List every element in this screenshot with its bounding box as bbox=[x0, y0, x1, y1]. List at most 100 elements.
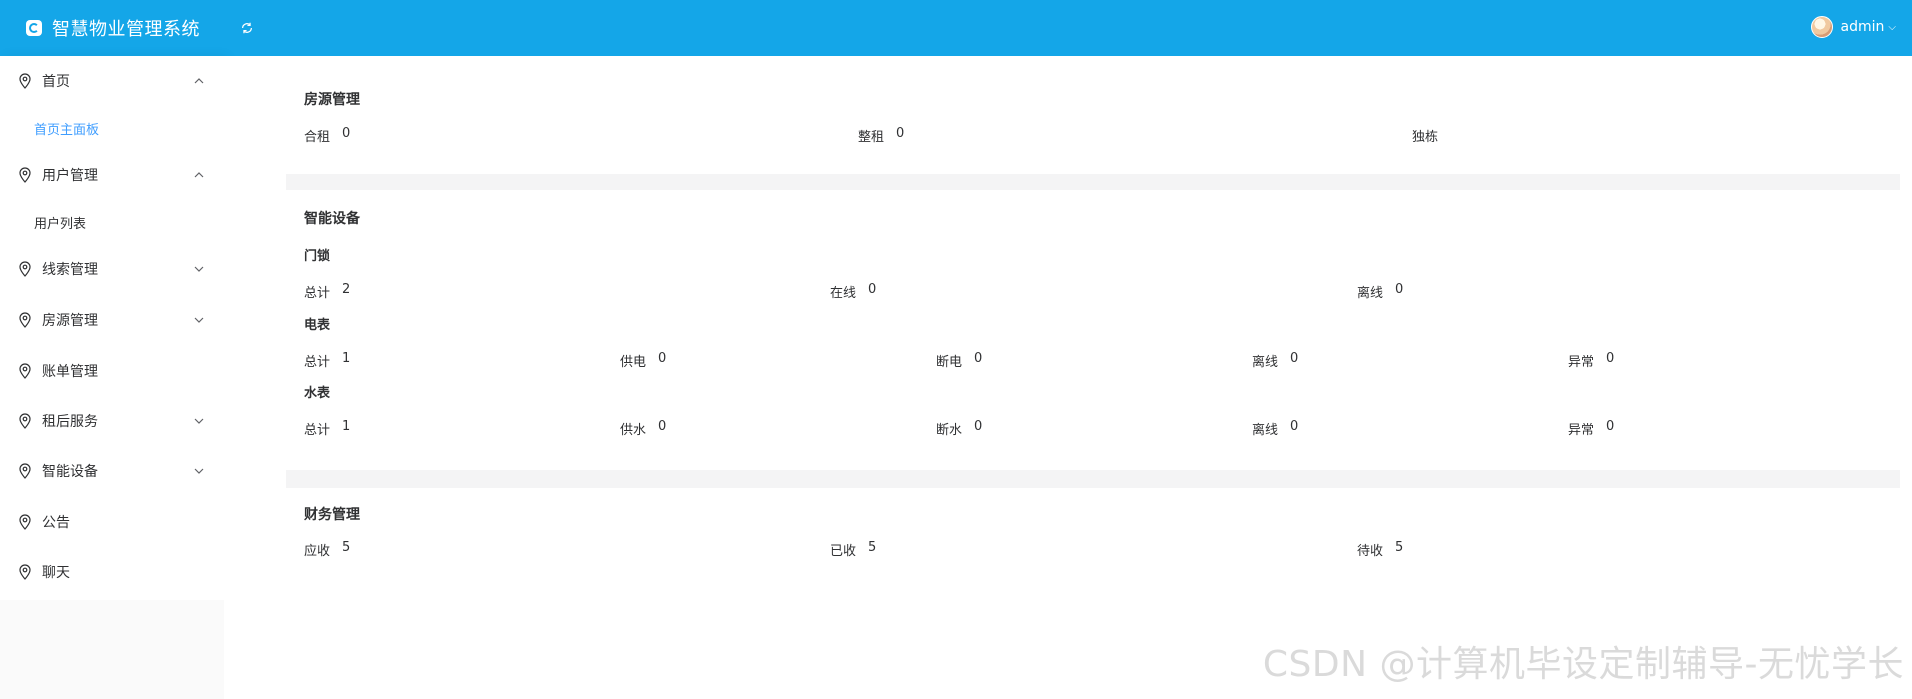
sidebar-item-label: 租后服务 bbox=[42, 414, 98, 430]
stat-value: 0 bbox=[896, 126, 905, 141]
sidebar-item-leads[interactable]: 线索管理 bbox=[0, 244, 224, 294]
stat-label: 总计 bbox=[304, 355, 331, 370]
location-icon bbox=[19, 312, 31, 328]
stat-value: 0 bbox=[974, 419, 983, 434]
stat-value: 1 bbox=[342, 351, 351, 366]
chevron-down-icon: ⌵ bbox=[1888, 21, 1896, 33]
chevron-up-icon bbox=[194, 172, 204, 178]
water-meter-title: 水表 bbox=[304, 386, 331, 401]
stat-receivable: 应收 5 bbox=[304, 540, 350, 559]
location-icon bbox=[19, 261, 31, 277]
stat-water-total: 总计 1 bbox=[304, 419, 350, 438]
stat-value: 0 bbox=[1395, 282, 1404, 297]
main-content: 房源管理 合租 0 整租 0 独栋 智能设备 门锁 总计 2 在线 0 离线 0 bbox=[224, 56, 1912, 699]
sidebar-item-announcements[interactable]: 公告 bbox=[0, 497, 224, 547]
watermark: CSDN @计算机毕设定制辅导-无忧学长 bbox=[1262, 644, 1904, 685]
sidebar-item-user-list[interactable]: 用户列表 bbox=[0, 200, 224, 244]
stat-label: 在线 bbox=[830, 286, 857, 301]
stat-meter-power-off: 断电 0 bbox=[936, 351, 982, 370]
stat-label: 供电 bbox=[620, 355, 647, 370]
location-icon bbox=[19, 463, 31, 479]
stat-label: 离线 bbox=[1357, 286, 1384, 301]
logo: 智慧物业管理系统 bbox=[26, 15, 200, 41]
app-title: 智慧物业管理系统 bbox=[52, 19, 200, 40]
smart-devices-card: 智能设备 门锁 总计 2 在线 0 离线 0 电表 总计 1 供电 0 断电 0… bbox=[286, 190, 1900, 464]
sidebar-item-user-management[interactable]: 用户管理 bbox=[0, 150, 224, 200]
stat-value: 5 bbox=[1395, 540, 1404, 555]
stat-water-supply: 供水 0 bbox=[620, 419, 666, 438]
sidebar-item-label: 用户管理 bbox=[42, 168, 98, 184]
stat-meter-offline: 离线 0 bbox=[1252, 351, 1298, 370]
chevron-down-icon bbox=[194, 418, 204, 424]
stat-water-cut-off: 断水 0 bbox=[936, 419, 982, 438]
location-icon bbox=[19, 167, 31, 183]
location-icon bbox=[19, 564, 31, 580]
sidebar-item-after-rent-service[interactable]: 租后服务 bbox=[0, 396, 224, 446]
stat-label: 断水 bbox=[936, 423, 963, 438]
stat-value: 2 bbox=[342, 282, 351, 297]
sidebar-item-label: 智能设备 bbox=[42, 464, 98, 480]
stat-label: 供水 bbox=[620, 423, 647, 438]
stat-value: 0 bbox=[1606, 351, 1615, 366]
stat-label: 断电 bbox=[936, 355, 963, 370]
stat-water-offline: 离线 0 bbox=[1252, 419, 1298, 438]
stat-label: 离线 bbox=[1252, 355, 1279, 370]
card-title: 房源管理 bbox=[304, 92, 360, 108]
stat-value: 5 bbox=[342, 540, 351, 555]
stat-value: 0 bbox=[658, 419, 667, 434]
stat-lock-offline: 离线 0 bbox=[1357, 282, 1403, 301]
stat-label: 总计 bbox=[304, 423, 331, 438]
card-title: 智能设备 bbox=[304, 211, 360, 227]
sidebar-item-label: 线索管理 bbox=[42, 262, 98, 278]
avatar bbox=[1810, 16, 1833, 38]
stat-label: 离线 bbox=[1252, 423, 1279, 438]
location-icon bbox=[19, 73, 31, 89]
stat-label: 总计 bbox=[304, 286, 331, 301]
sidebar-item-bills[interactable]: 账单管理 bbox=[0, 346, 224, 396]
door-lock-title: 门锁 bbox=[304, 249, 331, 264]
sidebar-item-label: 用户列表 bbox=[34, 216, 87, 232]
section-divider bbox=[286, 470, 1900, 488]
house-management-card: 房源管理 合租 0 整租 0 独栋 bbox=[286, 70, 1900, 172]
sidebar-item-label: 房源管理 bbox=[42, 313, 98, 329]
sidebar-item-home-dashboard[interactable]: 首页主面板 bbox=[0, 106, 224, 150]
sidebar-item-label: 账单管理 bbox=[42, 364, 98, 380]
sidebar-item-smart-devices[interactable]: 智能设备 bbox=[0, 446, 224, 496]
sidebar: 首页 首页主面板 用户管理 用户列表 线索管理 房源管理 账单管理 租后服务 智… bbox=[0, 56, 224, 699]
location-icon bbox=[19, 514, 31, 530]
stat-pending: 待收 5 bbox=[1357, 540, 1403, 559]
stat-value: 0 bbox=[1290, 419, 1299, 434]
sidebar-item-houses[interactable]: 房源管理 bbox=[0, 295, 224, 345]
stat-value: 0 bbox=[1290, 351, 1299, 366]
logo-icon bbox=[26, 20, 42, 36]
sidebar-item-label: 公告 bbox=[42, 515, 70, 531]
sidebar-item-label: 聊天 bbox=[42, 565, 70, 581]
stat-detached: 独栋 bbox=[1412, 126, 1450, 145]
chevron-down-icon bbox=[194, 266, 204, 272]
stat-label: 异常 bbox=[1568, 355, 1595, 370]
card-title: 财务管理 bbox=[304, 507, 360, 523]
sidebar-item-label: 首页主面板 bbox=[34, 122, 100, 138]
stat-label: 合租 bbox=[304, 130, 331, 145]
chevron-up-icon bbox=[194, 78, 204, 84]
user-menu[interactable]: admin ⌵ bbox=[1810, 16, 1896, 38]
stat-meter-abnormal: 异常 0 bbox=[1568, 351, 1614, 370]
stat-label: 整租 bbox=[858, 130, 885, 145]
location-icon bbox=[19, 363, 31, 379]
stat-value: 1 bbox=[342, 419, 351, 434]
stat-received: 已收 5 bbox=[830, 540, 876, 559]
sidebar-item-home[interactable]: 首页 bbox=[0, 56, 224, 106]
electric-meter-title: 电表 bbox=[304, 318, 331, 333]
stat-value: 0 bbox=[1606, 419, 1615, 434]
stat-whole-rent: 整租 0 bbox=[858, 126, 904, 145]
refresh-icon[interactable] bbox=[240, 21, 254, 35]
stat-shared-rent: 合租 0 bbox=[304, 126, 350, 145]
location-icon bbox=[19, 413, 31, 429]
stat-meter-powered: 供电 0 bbox=[620, 351, 666, 370]
sidebar-item-chat[interactable]: 聊天 bbox=[0, 547, 224, 597]
stat-label: 待收 bbox=[1357, 544, 1384, 559]
section-divider bbox=[286, 174, 1900, 190]
stat-label: 应收 bbox=[304, 544, 331, 559]
stat-label: 独栋 bbox=[1412, 130, 1439, 145]
sidebar-item-label: 首页 bbox=[42, 74, 70, 90]
